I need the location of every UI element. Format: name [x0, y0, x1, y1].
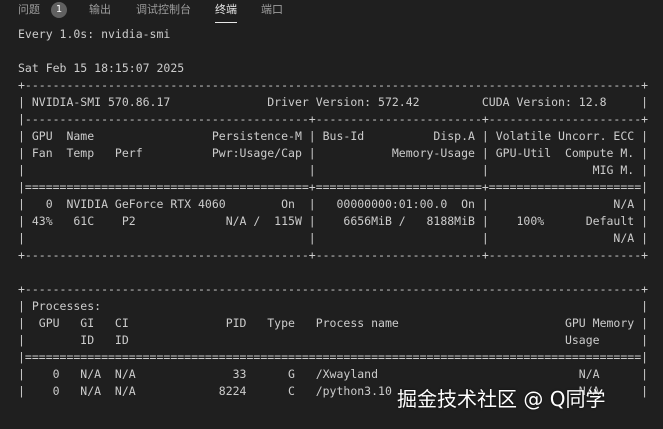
tab-problems-label: 问题 — [18, 3, 40, 16]
tab-ports-label: 端口 — [261, 3, 283, 16]
terminal-line-gpu-row-3: | | | N/A | — [18, 231, 649, 245]
watermark-text: 掘金技术社区 @ Q同学 — [397, 387, 606, 411]
tab-output[interactable]: 输出 — [89, 0, 111, 22]
tab-terminal-label: 终端 — [215, 3, 237, 16]
tab-problems[interactable]: 问题 — [18, 0, 40, 22]
terminal-line-process-row-1: | 0 N/A N/A 33 G /Xwayland N/A | — [18, 367, 649, 381]
terminal-line-gpu-header-2: | Fan Temp Perf Pwr:Usage/Cap | Memory-U… — [18, 146, 649, 160]
terminal-line-table-border: +---------------------------------------… — [18, 282, 649, 296]
tab-debug-console-label: 调试控制台 — [136, 3, 191, 16]
terminal-line-process-header-2: | ID ID Usage | — [18, 333, 649, 347]
terminal-line-gpu-header-1: | GPU Name Persistence-M | Bus-Id Disp.A… — [18, 129, 649, 143]
problems-count-badge: 1 — [51, 2, 67, 18]
terminal-line-table-border: +---------------------------------------… — [18, 78, 649, 92]
terminal-line-header-rule: |=======================================… — [18, 180, 649, 194]
terminal-line-version-info: | NVIDIA-SMI 570.86.17 Driver Version: 5… — [18, 95, 649, 109]
tab-terminal[interactable]: 终端 — [215, 0, 237, 23]
terminal-line-gpu-header-3: | | | MIG M. | — [18, 163, 649, 177]
terminal-line-separator: |---------------------------------------… — [18, 112, 649, 126]
tab-output-label: 输出 — [89, 3, 111, 16]
terminal-line-timestamp: Sat Feb 15 18:15:07 2025 — [18, 61, 185, 75]
tab-ports[interactable]: 端口 — [261, 0, 283, 22]
terminal-line-table-border: +---------------------------------------… — [18, 248, 649, 262]
terminal-output[interactable]: Every 1.0s: nvidia-smi Sat Feb 15 18:15:… — [0, 26, 663, 429]
terminal-line-gpu-row-2: | 43% 61C P2 N/A / 115W | 6656MiB / 8188… — [18, 214, 649, 228]
terminal-line-watch-command: Every 1.0s: nvidia-smi — [18, 27, 171, 41]
terminal-line-process-header-1: | GPU GI CI PID Type Process name GPU Me… — [18, 316, 649, 330]
terminal-line-processes-title: | Processes: | — [18, 299, 649, 313]
tab-debug-console[interactable]: 调试控制台 — [136, 0, 191, 22]
panel-tab-bar: 问题 1 输出 调试控制台 终端 端口 — [0, 0, 663, 23]
terminal-line-header-rule: |=======================================… — [18, 350, 649, 364]
terminal-line-gpu-row-1: | 0 NVIDIA GeForce RTX 4060 On | 0000000… — [18, 197, 649, 211]
